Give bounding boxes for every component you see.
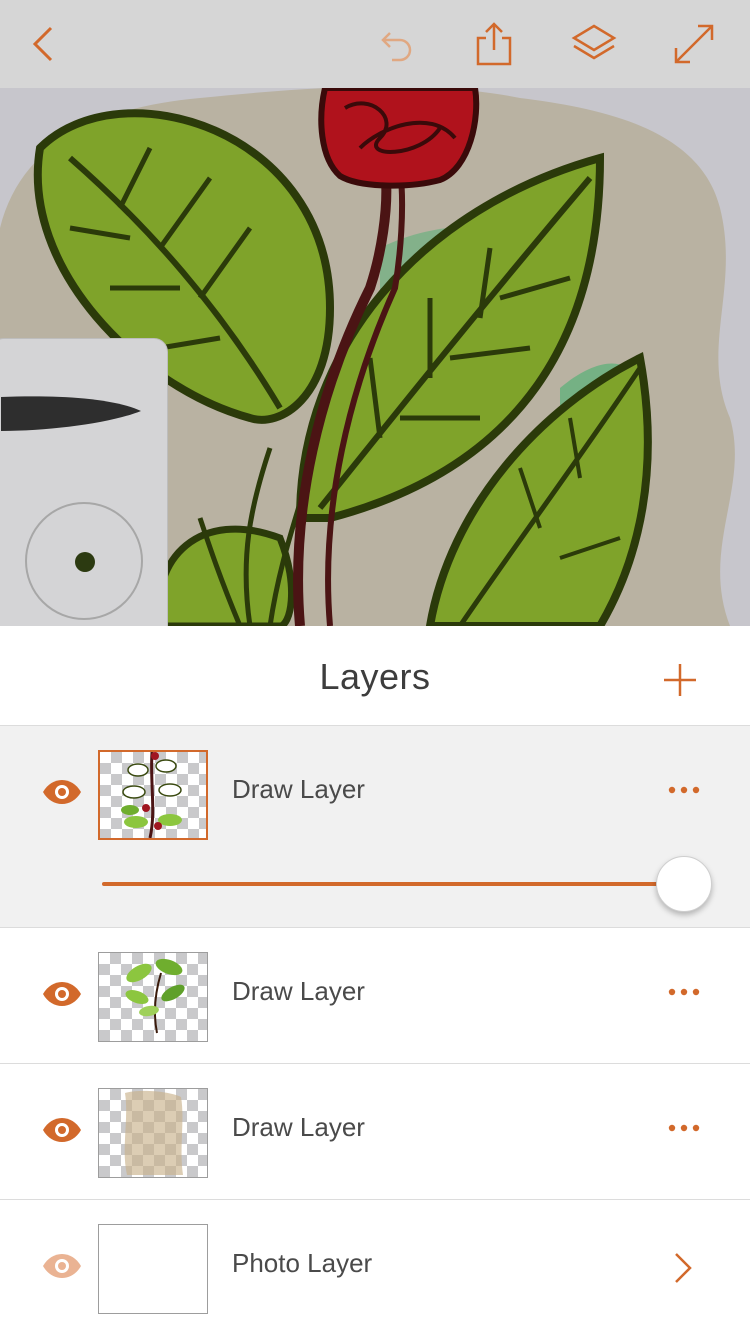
add-layer-button[interactable] bbox=[660, 660, 700, 700]
visibility-toggle[interactable] bbox=[42, 778, 82, 806]
layer-thumbnail bbox=[98, 952, 208, 1042]
expand-icon bbox=[674, 24, 714, 64]
chevron-left-icon bbox=[32, 26, 53, 62]
layer-options-button[interactable] bbox=[664, 780, 704, 800]
layers-title: Layers bbox=[319, 656, 431, 697]
layer-name: Photo Layer bbox=[232, 1248, 373, 1278]
visibility-toggle[interactable] bbox=[42, 1252, 82, 1280]
undo-icon bbox=[381, 32, 412, 62]
layer-thumbnail bbox=[98, 1224, 208, 1314]
layers-icon bbox=[571, 24, 617, 60]
eye-icon bbox=[43, 982, 81, 1006]
undo-button[interactable] bbox=[370, 20, 418, 68]
share-icon bbox=[476, 22, 512, 66]
layer-row[interactable]: Draw Layer bbox=[0, 928, 750, 1064]
layer-thumbnail bbox=[98, 750, 208, 840]
fullscreen-button[interactable] bbox=[670, 20, 718, 68]
beige-wash-thumbnail bbox=[124, 1090, 183, 1175]
layers-panel: Layers Draw Layer Draw Layer Draw Layer … bbox=[0, 626, 750, 1334]
back-button[interactable] bbox=[20, 20, 68, 68]
opacity-slider-handle[interactable] bbox=[656, 856, 712, 912]
green-leaves-thumbnail bbox=[125, 958, 185, 1034]
more-icon bbox=[668, 1124, 700, 1132]
layer-name: Draw Layer bbox=[232, 774, 365, 804]
open-photo-layer-button[interactable] bbox=[668, 1248, 698, 1288]
layer-options-button[interactable] bbox=[664, 1118, 704, 1138]
layer-row[interactable]: Draw Layer bbox=[0, 726, 750, 928]
brush-size-dot bbox=[75, 552, 95, 572]
eye-icon bbox=[43, 1254, 81, 1278]
eye-icon bbox=[43, 780, 81, 804]
brush-stroke-icon bbox=[1, 396, 141, 431]
layer-row[interactable]: Photo Layer bbox=[0, 1200, 750, 1334]
more-icon bbox=[668, 988, 700, 996]
layer-options-button[interactable] bbox=[664, 982, 704, 1002]
flower-vine-thumbnail bbox=[121, 752, 182, 838]
opacity-slider-track[interactable] bbox=[102, 882, 682, 886]
top-toolbar bbox=[0, 0, 750, 89]
share-button[interactable] bbox=[470, 20, 518, 68]
plus-icon bbox=[664, 664, 696, 696]
brush-size-dial[interactable] bbox=[25, 502, 143, 620]
drawing-canvas[interactable] bbox=[0, 88, 750, 626]
layers-button[interactable] bbox=[570, 20, 618, 68]
visibility-toggle[interactable] bbox=[42, 980, 82, 1008]
layer-name: Draw Layer bbox=[232, 976, 365, 1006]
visibility-toggle[interactable] bbox=[42, 1116, 82, 1144]
layer-thumbnail bbox=[98, 1088, 208, 1178]
brush-panel[interactable] bbox=[0, 338, 168, 626]
layers-header: Layers bbox=[0, 626, 750, 726]
layer-name: Draw Layer bbox=[232, 1112, 365, 1142]
chevron-right-icon bbox=[675, 1253, 692, 1283]
layer-row[interactable]: Draw Layer bbox=[0, 1064, 750, 1200]
eye-icon bbox=[43, 1118, 81, 1142]
more-icon bbox=[668, 786, 700, 794]
